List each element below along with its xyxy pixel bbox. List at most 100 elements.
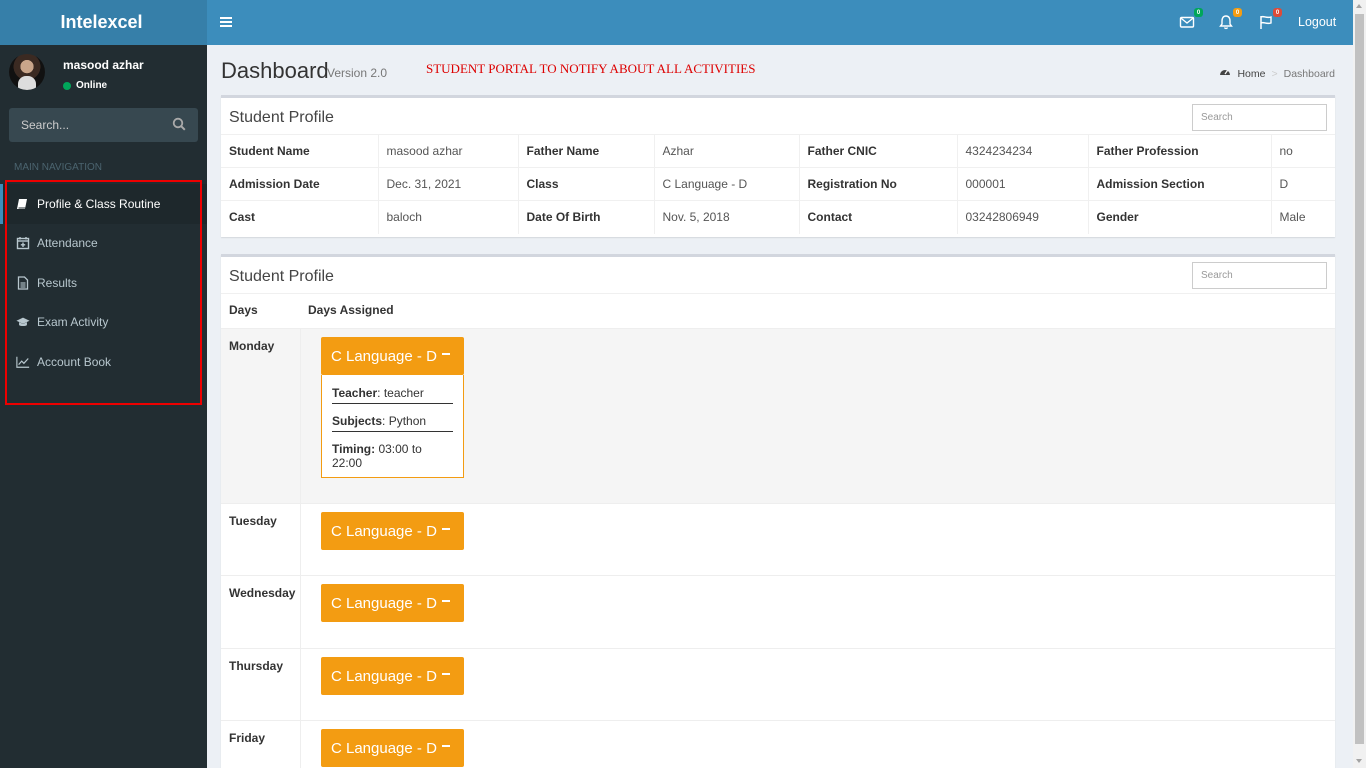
sidebar-item-results[interactable]: Results [0,263,207,303]
box-title: Student Profile [229,109,334,126]
graduation-cap-icon [16,315,30,329]
user-status-label: Online [76,80,108,91]
sidebar-search [9,108,198,142]
field-value: C Language - D [653,167,799,201]
box-title: Student Profile [229,268,334,285]
class-card-body: Teacher: teacher Subjects: Python Timing… [321,375,464,478]
page-scrollbar[interactable] [1353,0,1366,768]
field-label: Admission Date [221,167,378,201]
field-value: Dec. 31, 2021 [377,167,518,201]
class-routine-box: Student Profile Days Days Assigned Monda… [221,254,1335,768]
field-label: Father Name [517,134,654,168]
column-divider [300,649,301,720]
class-card-header[interactable]: C Language - D [321,512,464,550]
class-name: C Language - D [331,739,437,757]
timing-label: Timing: [332,442,376,456]
nav-header: MAIN NAVIGATION [14,162,102,173]
breadcrumb-home-link[interactable]: Home [1237,68,1265,80]
sidebar-search-input[interactable] [9,118,159,132]
sidebar-item-account-book[interactable]: Account Book [0,342,207,382]
sidebar-item-label: Profile & Class Routine [37,196,161,211]
portal-notice: STUDENT PORTAL TO NOTIFY ABOUT ALL ACTIV… [426,61,756,76]
field-value: no [1270,134,1335,168]
user-status: Online [63,80,107,91]
column-divider [300,329,301,503]
page-version: Version 2.0 [327,66,388,80]
sidebar-item-profile-class-routine[interactable]: Profile & Class Routine [0,184,207,224]
sidebar-item-label: Attendance [37,236,98,251]
table-row: Admission Date Dec. 31, 2021 Class C Lan… [221,167,1335,201]
scrollbar-thumb[interactable] [1355,14,1364,744]
field-label: Date Of Birth [517,200,654,234]
routine-row-monday: Monday C Language - D Teacher: teacher S… [221,328,1335,503]
hamburger-menu-icon[interactable] [219,15,233,29]
class-card-header[interactable]: C Language - D [321,729,464,767]
logout-link[interactable]: Logout [1298,15,1336,29]
column-divider [300,504,301,575]
routine-row-friday: Friday C Language - D [221,720,1335,768]
field-value: baloch [377,200,518,234]
subjects-value: Python [388,414,427,428]
user-name: masood azhar [63,58,144,72]
collapse-minus-icon[interactable] [442,600,450,602]
class-card-header[interactable]: C Language - D [321,657,464,695]
flag-icon[interactable]: 0 [1258,8,1282,32]
profile-search-input[interactable] [1192,104,1327,131]
search-icon[interactable] [172,117,188,133]
class-card-header[interactable]: C Language - D [321,337,464,375]
messages-envelope-icon[interactable]: 0 [1179,8,1203,32]
sidebar-item-label: Exam Activity [37,315,109,330]
field-label: Father Profession [1087,134,1271,168]
scroll-up-arrow-icon[interactable] [1356,4,1362,8]
collapse-minus-icon[interactable] [442,745,450,747]
class-name: C Language - D [331,347,437,365]
teacher-line: Teacher: teacher [332,386,453,404]
class-name: C Language - D [331,522,437,540]
sidebar: Intelexcel masood azhar Online MAIN NAVI… [0,0,207,768]
breadcrumb: Home > Dashboard [1219,66,1335,81]
field-value: masood azhar [377,134,518,168]
field-label: Registration No [798,167,957,201]
collapse-minus-icon[interactable] [442,673,450,675]
dashboard-gauge-icon [1219,66,1231,81]
collapse-minus-icon[interactable] [442,353,450,355]
field-label: Cast [221,200,378,234]
routine-row-thursday: Thursday C Language - D [221,648,1335,720]
line-chart-icon [16,355,30,369]
notifications-count-badge: 0 [1233,8,1242,17]
column-header-days: Days [229,303,258,317]
notifications-bell-icon[interactable]: 0 [1218,8,1242,32]
table-row: Cast baloch Date Of Birth Nov. 5, 2018 C… [221,200,1335,234]
column-divider [300,721,301,768]
avatar [9,54,45,90]
sidebar-item-attendance[interactable]: Attendance [0,224,207,264]
subjects-line: Subjects: Python [332,414,453,432]
class-card-header[interactable]: C Language - D [321,584,464,622]
online-dot-icon [63,81,71,90]
student-profile-box: Student Profile Student Name masood azha… [221,95,1335,237]
field-value: D [1270,167,1335,201]
collapse-minus-icon[interactable] [442,528,450,530]
class-name: C Language - D [331,667,437,685]
breadcrumb-current: Dashboard [1283,67,1335,80]
field-value: Azhar [653,134,799,168]
sidebar-item-exam-activity[interactable]: Exam Activity [0,303,207,343]
class-card: C Language - D [321,512,464,550]
day-name: Tuesday [229,514,277,528]
teacher-label: Teacher [332,386,378,400]
page-title: Dashboard [221,58,329,83]
document-icon [16,276,30,290]
brand-logo[interactable]: Intelexcel [0,0,207,45]
field-value: Male [1270,200,1335,234]
routine-table-header: Days Days Assigned [221,293,1335,326]
field-label: Father CNIC [798,134,957,168]
table-row: Student Name masood azhar Father Name Az… [221,134,1335,168]
scroll-down-arrow-icon[interactable] [1356,759,1362,763]
subjects-label: Subjects [332,414,383,428]
routine-search-input[interactable] [1192,262,1327,289]
messages-count-badge: 0 [1194,8,1203,17]
teacher-value: teacher [383,386,424,400]
field-value: 4324234234 [956,134,1088,168]
main-navigation: Profile & Class Routine Attendance Resul… [0,184,207,382]
field-label: Gender [1087,200,1271,234]
